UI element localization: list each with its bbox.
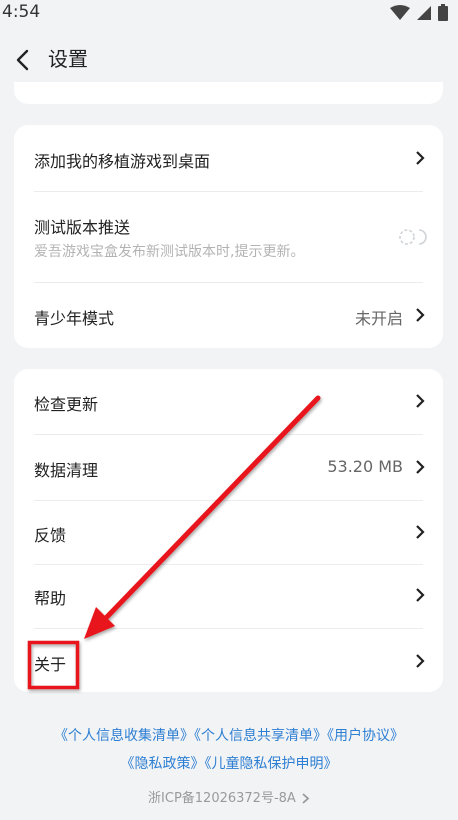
status-time: 4:54 [2, 2, 41, 22]
teen-mode-value: 未开启 [354, 309, 403, 328]
chevron-right-icon [416, 151, 425, 165]
data-clean-row[interactable]: 数据清理 53.20 MB [14, 435, 443, 500]
link-personal-info-share[interactable]: 《个人信息共享清单》 [194, 728, 327, 744]
settings-card-top-partial [14, 82, 443, 104]
icp-text: 浙ICP备12026372号-8A [148, 791, 296, 806]
header-bar: 设置 [0, 38, 458, 82]
check-update-label: 检查更新 [34, 395, 99, 414]
legal-links-line-1: 《个人信息收集清单》《个人信息共享清单》《用户协议》 [0, 725, 458, 745]
status-icons [390, 4, 448, 21]
chevron-right-icon [416, 460, 425, 474]
chevron-right-icon [416, 525, 425, 539]
about-row[interactable]: 关于 [14, 629, 443, 692]
teen-mode-row[interactable]: 青少年模式 未开启 [14, 283, 443, 348]
link-personal-info-collect[interactable]: 《个人信息收集清单》 [54, 728, 194, 744]
beta-push-toggle[interactable] [397, 227, 427, 247]
chevron-right-icon [416, 654, 425, 668]
chevron-right-icon [416, 588, 425, 602]
loading-toggle-icon [399, 229, 427, 245]
data-clean-value: 53.20 MB [327, 457, 403, 476]
data-clean-label: 数据清理 [34, 461, 99, 480]
settings-card-general: 添加我的移植游戏到桌面 测试版本推送 爱吾游戏宝盒发布新测试版本时,提示更新。 … [14, 125, 443, 348]
link-privacy-policy[interactable]: 《隐私政策》 [121, 756, 205, 772]
battery-icon [438, 4, 448, 21]
icp-record[interactable]: 浙ICP备12026372号-8A [0, 787, 458, 806]
chevron-right-icon [416, 394, 425, 408]
link-user-agreement[interactable]: 《用户协议》 [327, 728, 404, 744]
beta-push-title: 测试版本推送 [34, 218, 131, 237]
add-to-desktop-row[interactable]: 添加我的移植游戏到桌面 [14, 125, 443, 191]
back-arrow-icon [16, 49, 29, 71]
help-row[interactable]: 帮助 [14, 565, 443, 628]
beta-push-description: 爱吾游戏宝盒发布新测试版本时,提示更新。 [34, 244, 305, 260]
settings-card-support: 检查更新 数据清理 53.20 MB 反馈 帮助 关于 [14, 369, 443, 692]
help-label: 帮助 [34, 589, 67, 608]
about-label: 关于 [34, 655, 67, 674]
check-update-row[interactable]: 检查更新 [14, 369, 443, 434]
signal-icon [417, 5, 431, 20]
back-button[interactable] [10, 46, 38, 74]
teen-mode-label: 青少年模式 [34, 309, 115, 328]
add-to-desktop-label: 添加我的移植游戏到桌面 [34, 152, 211, 171]
link-child-privacy[interactable]: 《儿童隐私保护申明》 [205, 756, 338, 772]
page-title: 设置 [48, 47, 88, 71]
wifi-icon [390, 4, 410, 20]
status-bar: 4:54 [0, 0, 458, 26]
feedback-row[interactable]: 反馈 [14, 501, 443, 564]
chevron-right-icon [416, 308, 425, 322]
chevron-right-icon [302, 793, 310, 804]
feedback-label: 反馈 [34, 526, 67, 545]
beta-push-row: 测试版本推送 爱吾游戏宝盒发布新测试版本时,提示更新。 [14, 192, 443, 282]
legal-links-line-2: 《隐私政策》《儿童隐私保护申明》 [0, 753, 458, 773]
